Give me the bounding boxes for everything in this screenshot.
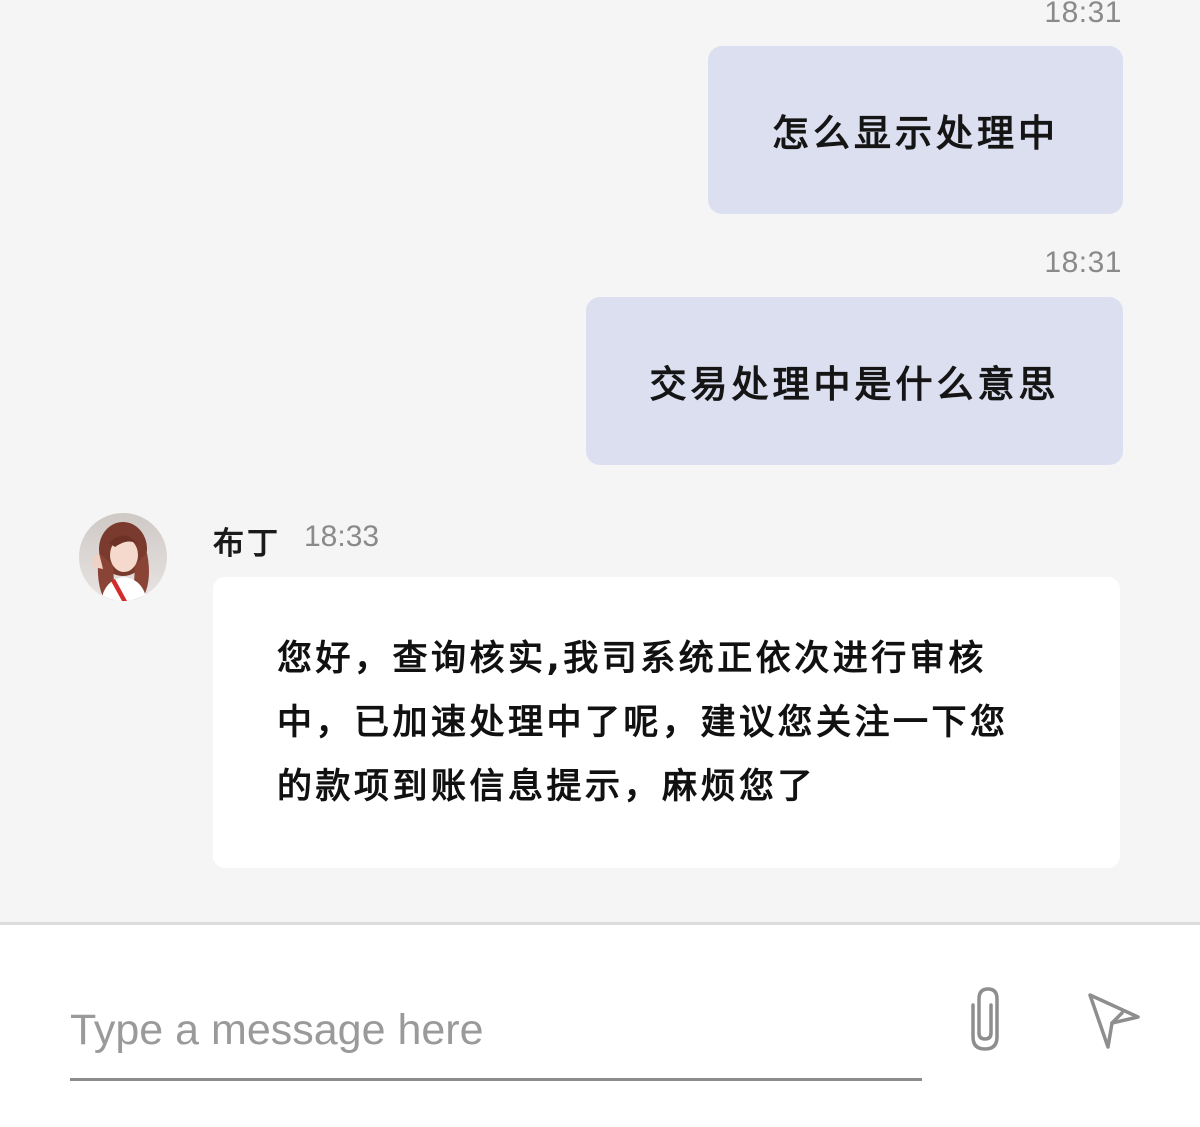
agent-avatar[interactable] xyxy=(79,513,167,601)
message-line: 的款项到账信息提示，麻烦您了 xyxy=(277,767,817,807)
message-composer xyxy=(0,925,1200,1127)
message-input[interactable] xyxy=(70,983,922,1081)
outgoing-message-bubble[interactable]: 交易处理中是什么意思 xyxy=(586,297,1123,465)
send-icon xyxy=(1088,993,1140,1049)
message-line: 中，已加速处理中了呢，建议您关注一下您 xyxy=(277,703,1009,743)
message-text: 交易处理中是什么意思 xyxy=(649,363,1060,406)
message-text: 您好，查询核实,我司系统正依次进行审核 中，已加速处理中了呢，建议您关注一下您 … xyxy=(277,627,1056,819)
paperclip-icon xyxy=(971,987,999,1051)
sender-name: 布丁 xyxy=(213,526,281,562)
message-timestamp: 18:31 xyxy=(1044,246,1122,279)
avatar-image xyxy=(79,513,167,601)
message-text: 怎么显示处理中 xyxy=(772,112,1059,155)
message-timestamp: 18:33 xyxy=(304,520,380,553)
message-line: 您好，查询核实,我司系统正依次进行审核 xyxy=(277,639,987,679)
chat-messages-area[interactable]: 18:31 怎么显示处理中 18:31 交易处理中是什么意思 布丁 18:33 … xyxy=(0,0,1200,922)
send-button[interactable] xyxy=(1078,985,1150,1055)
attach-button[interactable] xyxy=(955,985,1015,1055)
incoming-message-bubble[interactable]: 您好，查询核实,我司系统正依次进行审核 中，已加速处理中了呢，建议您关注一下您 … xyxy=(213,577,1120,868)
message-timestamp: 18:31 xyxy=(1044,0,1122,29)
outgoing-message-bubble[interactable]: 怎么显示处理中 xyxy=(708,46,1123,214)
